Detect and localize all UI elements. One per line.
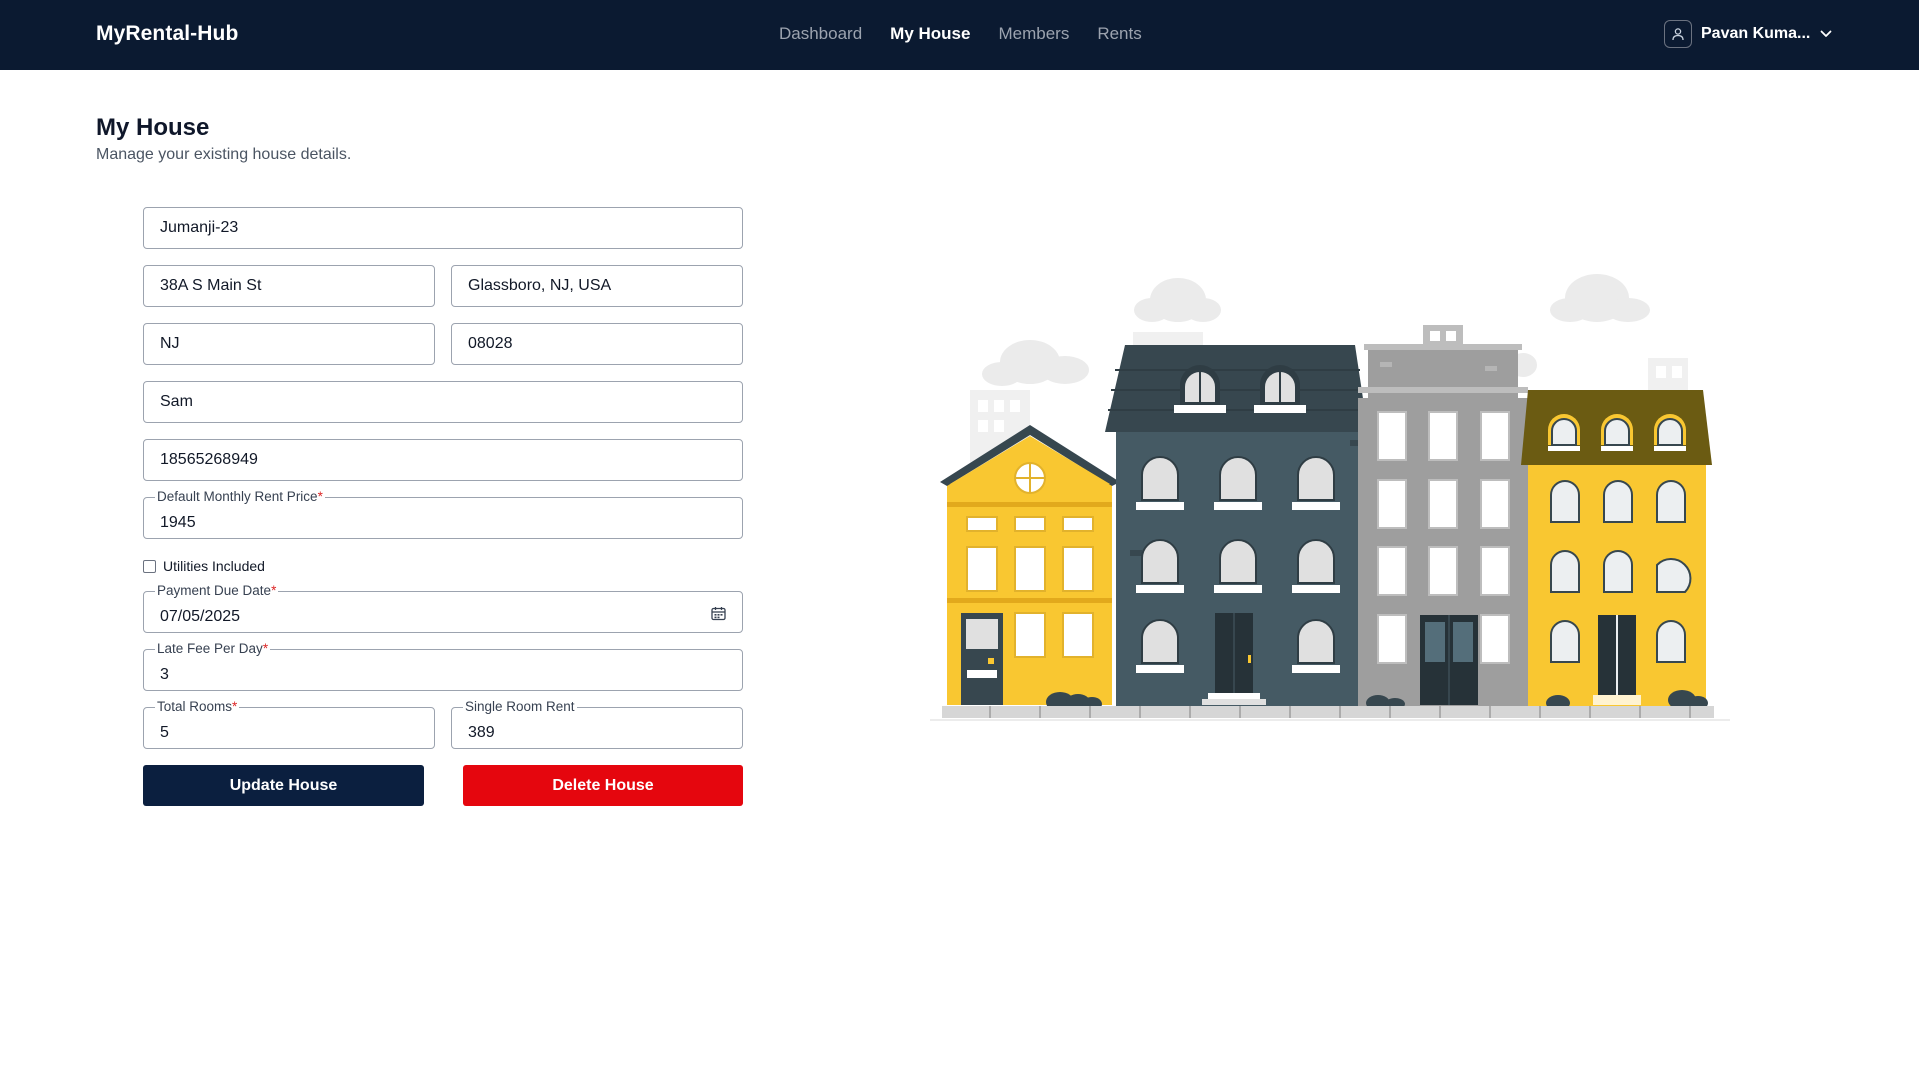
page-title: My House	[96, 114, 210, 141]
update-house-button[interactable]: Update House	[143, 765, 424, 806]
street-field	[143, 265, 435, 307]
due-date-label: Payment Due Date*	[155, 583, 279, 599]
rent-price-field: Default Monthly Rent Price*	[143, 489, 743, 539]
city-field	[451, 265, 743, 307]
street-input[interactable]	[144, 266, 434, 306]
late-fee-label: Late Fee Per Day*	[155, 641, 271, 657]
utilities-label: Utilities Included	[163, 558, 265, 574]
top-navbar: MyRental-Hub Dashboard My House Members …	[0, 0, 1919, 70]
nav-dashboard[interactable]: Dashboard	[779, 24, 862, 44]
brand-logo[interactable]: MyRental-Hub	[96, 22, 238, 46]
rent-price-label: Default Monthly Rent Price*	[155, 489, 325, 505]
total-rooms-label: Total Rooms*	[155, 699, 240, 715]
houses-illustration	[930, 274, 1730, 721]
nav-rents[interactable]: Rents	[1097, 24, 1141, 44]
owner-input[interactable]	[144, 382, 742, 422]
nav-my-house[interactable]: My House	[890, 24, 970, 44]
chevron-down-icon	[1820, 30, 1832, 38]
zip-input[interactable]	[452, 324, 742, 364]
state-input[interactable]	[144, 324, 434, 364]
user-name: Pavan Kuma...	[1701, 25, 1811, 42]
house-name-field	[143, 207, 743, 249]
total-rooms-field: Total Rooms*	[143, 699, 435, 749]
late-fee-field: Late Fee Per Day*	[143, 641, 743, 691]
user-icon	[1664, 20, 1692, 48]
city-input[interactable]	[452, 266, 742, 306]
phone-input[interactable]	[144, 440, 742, 480]
zip-field	[451, 323, 743, 365]
utilities-checkbox-row[interactable]: Utilities Included	[143, 558, 265, 574]
delete-house-button[interactable]: Delete House	[463, 765, 743, 806]
utilities-checkbox[interactable]	[143, 559, 156, 573]
state-field	[143, 323, 435, 365]
page-subtitle: Manage your existing house details.	[96, 146, 352, 163]
owner-field	[143, 381, 743, 423]
nav-members[interactable]: Members	[998, 24, 1069, 44]
user-menu-button[interactable]: Pavan Kuma...	[1664, 20, 1832, 48]
due-date-field: Payment Due Date*	[143, 583, 743, 633]
house-name-input[interactable]	[144, 208, 742, 248]
phone-field	[143, 439, 743, 481]
single-room-rent-label: Single Room Rent	[463, 699, 577, 715]
calendar-icon[interactable]	[711, 606, 726, 626]
main-nav: Dashboard My House Members Rents	[779, 24, 1142, 44]
single-room-rent-field: Single Room Rent	[451, 699, 743, 749]
